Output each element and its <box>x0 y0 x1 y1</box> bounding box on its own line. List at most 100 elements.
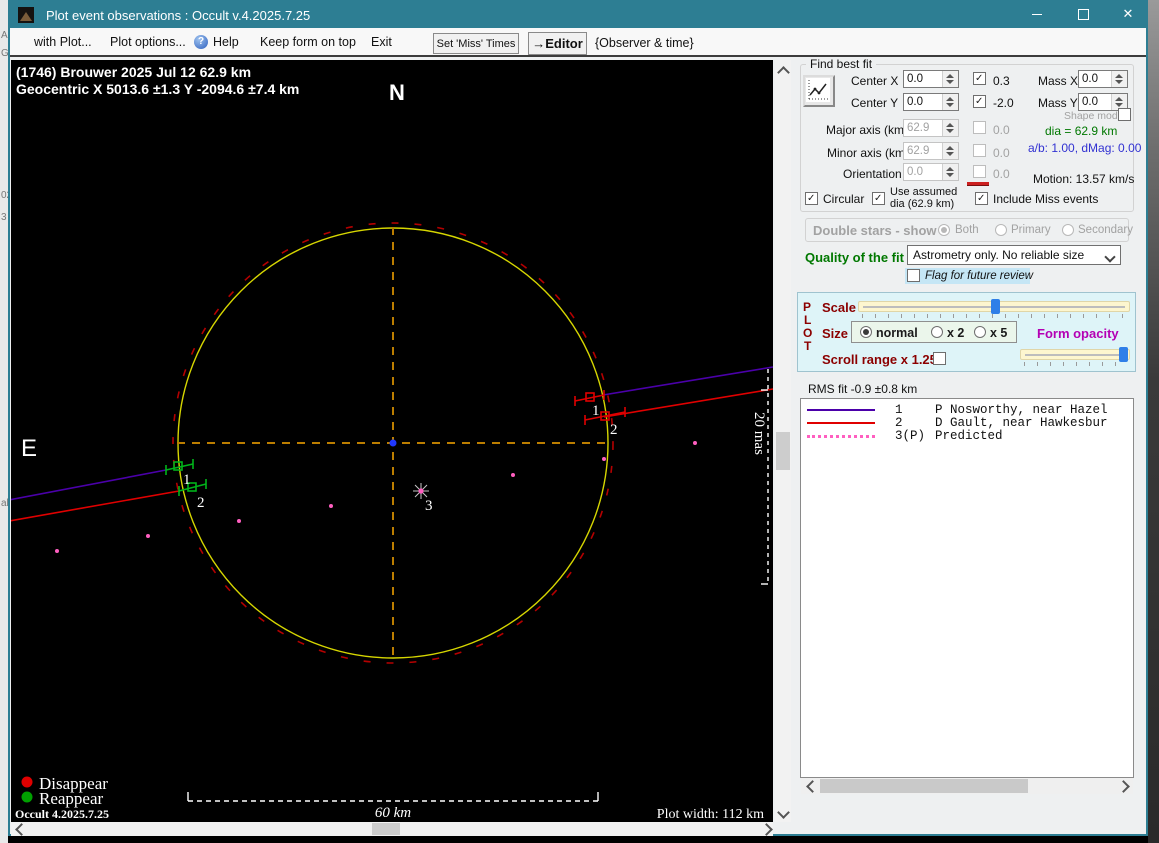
observer-number: 3(P) <box>895 429 926 443</box>
form-opacity-slider-thumb[interactable] <box>1119 347 1128 362</box>
orientation-color-swatch <box>967 182 989 186</box>
menu-keep-form-on-top[interactable]: Keep form on top <box>260 35 356 49</box>
double-primary-radio[interactable] <box>995 224 1007 236</box>
scroll-right-icon[interactable] <box>1117 780 1130 793</box>
scroll-range-label: Scroll range x 1.25 <box>822 352 937 367</box>
orientation-label: Orientation <box>843 167 902 181</box>
plot-horizontal-scrollbar[interactable] <box>11 822 773 836</box>
center-x-spinner[interactable]: 0.0 <box>903 70 959 88</box>
dropdown-chevron-icon <box>1104 251 1116 263</box>
form-opacity-label: Form opacity <box>1037 326 1119 341</box>
double-stars-label: Double stars - show <box>813 223 937 238</box>
occultation-plot[interactable]: 1 2 1 2 3 (1746) Brouwer 2025 Jul 12 62.… <box>8 60 774 822</box>
plot-hscroll-thumb[interactable] <box>372 823 400 835</box>
double-primary-label: Primary <box>1011 224 1051 236</box>
editor-button[interactable]: →Editor <box>528 32 587 55</box>
scroll-down-icon[interactable] <box>777 806 790 819</box>
scroll-left-icon[interactable] <box>15 823 28 836</box>
include-miss-checkbox[interactable] <box>975 192 988 205</box>
double-both-label: Both <box>955 224 979 236</box>
app-icon <box>18 7 34 23</box>
double-secondary-radio[interactable] <box>1062 224 1074 236</box>
disappear-legend-dot <box>21 776 33 788</box>
center-y-fit-checkbox[interactable] <box>973 95 986 108</box>
star-marker-center <box>418 488 424 494</box>
scroll-range-checkbox[interactable] <box>933 352 946 365</box>
double-both-radio[interactable] <box>938 224 950 236</box>
size-x5-label: x 5 <box>990 326 1008 340</box>
minor-axis-fit-checkbox[interactable] <box>973 144 986 157</box>
fit-button[interactable] <box>803 75 835 107</box>
scale-label: Scale <box>822 300 856 315</box>
predicted-line-swatch <box>807 435 875 438</box>
plot-canvas: 1 2 1 2 3 (1746) Brouwer 2025 Jul 12 62.… <box>8 64 774 822</box>
scale-slider-ticks <box>862 314 1126 318</box>
close-button[interactable]: ✕ <box>1113 2 1143 28</box>
observer-number: 1 <box>895 403 903 417</box>
minor-axis-label: Minor axis (km) <box>827 146 910 160</box>
scale-slider[interactable] <box>858 299 1130 314</box>
observer-list-scrollbar[interactable] <box>801 778 1133 794</box>
background-fragment: G <box>1 48 8 59</box>
use-assumed-checkbox[interactable] <box>872 192 885 205</box>
menu-help[interactable]: Help <box>213 35 239 49</box>
shape-model-checkbox[interactable] <box>1118 108 1131 121</box>
help-icon[interactable]: ? <box>194 35 208 49</box>
observer-number: 2 <box>895 416 903 430</box>
menu-plot-options[interactable]: Plot options... <box>110 35 186 49</box>
set-miss-times-button[interactable]: Set 'Miss' Times <box>433 33 519 54</box>
major-axis-fit-checkbox[interactable] <box>973 121 986 134</box>
center-x-fit-checkbox[interactable] <box>973 72 986 85</box>
center-y-spinner[interactable]: 0.0 <box>903 93 959 111</box>
menu-with-plot[interactable]: with Plot... <box>34 35 92 49</box>
circular-checkbox[interactable] <box>805 192 818 205</box>
plot-panel-letter-t: T <box>804 339 812 353</box>
menu-exit[interactable]: Exit <box>371 35 392 49</box>
scroll-right-icon[interactable] <box>760 823 773 836</box>
plot-panel-letter-p: P <box>803 300 812 314</box>
center-y-label: Center Y <box>851 96 899 110</box>
desktop-sliver <box>1148 0 1159 843</box>
window-title: Plot event observations : Occult v.4.202… <box>46 7 311 23</box>
chord1-line-swatch <box>807 409 875 411</box>
chord1-right <box>602 366 774 396</box>
observer-time-label: {Observer & time} <box>595 36 694 50</box>
observer-list[interactable]: 1 P Nosworthy, near Hazel 2 D Gault, nea… <box>800 398 1134 778</box>
minimize-button[interactable] <box>1022 2 1052 28</box>
major-axis-label: Major axis (km) <box>826 123 909 137</box>
size-label: Size <box>822 326 849 341</box>
size-x2-radio[interactable] <box>931 326 943 338</box>
major-axis-spinner[interactable]: 62.9 <box>903 119 959 137</box>
form-opacity-slider[interactable] <box>1020 347 1130 362</box>
plot-vscroll-thumb[interactable] <box>776 432 790 470</box>
mass-x-spinner[interactable]: 0.0 <box>1078 70 1128 88</box>
diameter-text: dia = 62.9 km <box>1045 124 1118 138</box>
plot-width-label: Plot width: 112 km <box>657 807 764 822</box>
size-normal-label: normal <box>876 326 918 340</box>
scale-slider-thumb[interactable] <box>991 299 1000 314</box>
north-label: N <box>389 80 405 105</box>
background-fragment: 3 <box>1 212 7 223</box>
size-x5-radio[interactable] <box>974 326 986 338</box>
scroll-left-icon[interactable] <box>806 780 819 793</box>
list-scroll-thumb[interactable] <box>820 779 1028 793</box>
size-normal-radio[interactable] <box>860 326 872 338</box>
plot-header-line2: Geocentric X 5013.6 ±1.3 Y -2094.6 ±7.4 … <box>16 81 299 97</box>
quality-dropdown[interactable]: Astrometry only. No reliable size <box>907 245 1121 265</box>
observer-name: D Gault, near Hawkesbur <box>935 416 1108 430</box>
orientation-fit-value: 0.0 <box>993 167 1010 181</box>
fit-chart-icon <box>806 78 830 102</box>
background-fragment: al <box>1 498 8 509</box>
scroll-up-icon[interactable] <box>777 66 790 79</box>
maximize-button[interactable] <box>1068 2 1098 28</box>
minor-axis-spinner[interactable]: 62.9 <box>903 142 959 160</box>
disappear-marker-1 <box>574 390 605 406</box>
orientation-fit-checkbox[interactable] <box>973 165 986 178</box>
plot-panel-letter-l: L <box>804 313 812 327</box>
mas-scale-label: 20 mas <box>751 412 767 455</box>
title-bar[interactable]: Plot event observations : Occult v.4.202… <box>10 2 1146 28</box>
plot-vertical-scrollbar[interactable] <box>775 60 791 822</box>
orientation-spinner[interactable]: 0.0 <box>903 163 959 181</box>
flag-review-checkbox[interactable] <box>907 269 920 282</box>
axis-ratio-text: a/b: 1.00, dMag: 0.00 <box>1028 141 1142 155</box>
